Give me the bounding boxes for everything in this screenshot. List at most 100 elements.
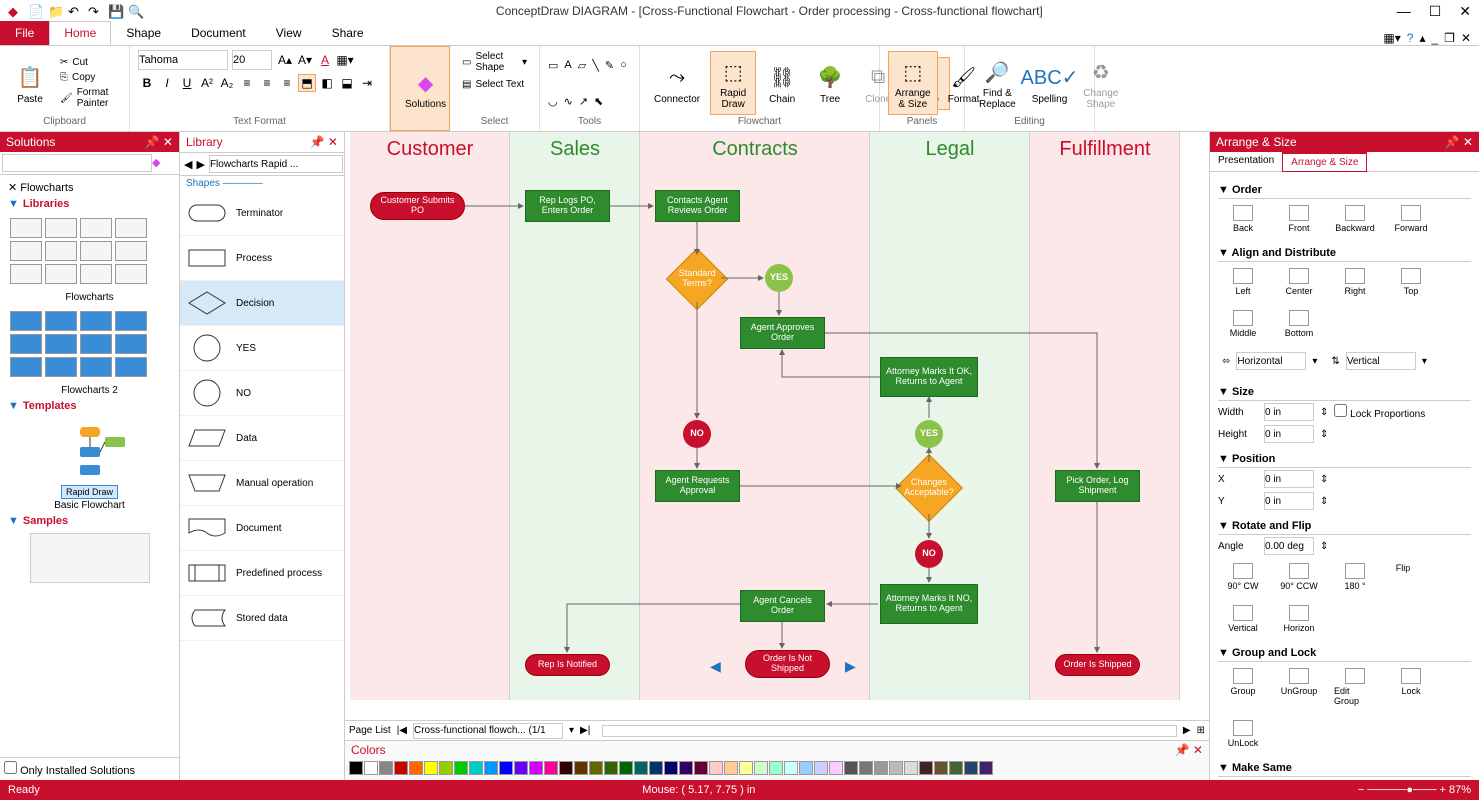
thumb-flowcharts[interactable] <box>4 212 175 290</box>
cut-button[interactable]: ✂ Cut <box>56 56 121 69</box>
node-req-approval[interactable]: Agent Requests Approval <box>655 470 740 502</box>
paste-button[interactable]: 📋Paste <box>8 58 52 109</box>
lib-predef-process[interactable]: Predefined process <box>180 551 344 596</box>
color-swatch[interactable] <box>469 761 483 775</box>
tool-rect-icon[interactable]: ▭ <box>548 59 558 72</box>
hscroll[interactable] <box>602 725 1177 737</box>
lib-no[interactable]: NO <box>180 371 344 416</box>
node-no2[interactable]: NO <box>915 540 943 568</box>
order-back[interactable]: Back <box>1222 205 1264 233</box>
color-swatch[interactable] <box>784 761 798 775</box>
color-swatch[interactable] <box>484 761 498 775</box>
tab-share[interactable]: Share <box>317 21 379 45</box>
color-swatch[interactable] <box>529 761 543 775</box>
align-top[interactable]: Top <box>1390 268 1432 296</box>
zoom-out-icon[interactable]: − <box>1358 784 1364 796</box>
connector-button[interactable]: ⤳Connector <box>648 58 706 109</box>
color-swatch[interactable] <box>514 761 528 775</box>
tab-document[interactable]: Document <box>176 21 261 45</box>
undo-icon[interactable]: ↶ <box>68 4 82 18</box>
tab-file[interactable]: File <box>0 21 49 45</box>
align-center[interactable]: Center <box>1278 268 1320 296</box>
node-reviews[interactable]: Contacts Agent Reviews Order <box>655 190 740 222</box>
copy-button[interactable]: ⎘ Copy <box>56 71 121 84</box>
valign-middle-icon[interactable]: ◧ <box>318 74 336 92</box>
indent-icon[interactable]: ⇥ <box>358 74 376 92</box>
page-name-input[interactable] <box>413 723 563 739</box>
node-yes1[interactable]: YES <box>765 264 793 292</box>
underline-icon[interactable]: U <box>178 74 196 92</box>
lock-button[interactable]: Lock <box>1390 668 1432 706</box>
rotate-cw[interactable]: 90° CW <box>1222 563 1264 591</box>
color-swatch[interactable] <box>649 761 663 775</box>
superscript-icon[interactable]: A² <box>198 74 216 92</box>
rapid-draw-right-arrow[interactable]: ▶ <box>845 658 856 675</box>
solutions-search-input[interactable] <box>2 154 152 172</box>
italic-icon[interactable]: I <box>158 74 176 92</box>
align-left-icon[interactable]: ≡ <box>238 74 256 92</box>
rapid-draw-button[interactable]: ⬚Rapid Draw <box>710 51 756 115</box>
node-rep-logs[interactable]: Rep Logs PO, Enters Order <box>525 190 610 222</box>
lock-proportions[interactable]: Lock Proportions <box>1334 404 1425 420</box>
lib-decision[interactable]: Decision <box>180 281 344 326</box>
solutions-settings-icon[interactable]: ◆ <box>152 157 160 169</box>
tool-arrow-icon[interactable]: ↗ <box>579 95 588 108</box>
page-first-icon[interactable]: |◀ <box>397 725 407 736</box>
tree-samples[interactable]: ▼Samples <box>4 513 175 529</box>
shrink-font-icon[interactable]: A▾ <box>296 51 314 69</box>
align-center-icon[interactable]: ≡ <box>258 74 276 92</box>
scroll-right-icon[interactable]: ▶ <box>1183 725 1191 736</box>
shapes-heading[interactable]: Shapes ———— <box>180 176 344 191</box>
tool-polygon-icon[interactable]: ▱ <box>578 59 586 72</box>
color-swatch[interactable] <box>739 761 753 775</box>
color-swatch[interactable] <box>754 761 768 775</box>
color-swatch[interactable] <box>874 761 888 775</box>
color-swatch[interactable] <box>409 761 423 775</box>
tab-view[interactable]: View <box>261 21 317 45</box>
color-swatch[interactable] <box>544 761 558 775</box>
color-swatch[interactable] <box>949 761 963 775</box>
flip-vertical[interactable]: Vertical <box>1222 605 1264 633</box>
lib-next-icon[interactable]: ▶ <box>196 158 204 171</box>
color-swatch[interactable] <box>634 761 648 775</box>
align-left[interactable]: Left <box>1222 268 1264 296</box>
valign-bottom-icon[interactable]: ⬓ <box>338 74 356 92</box>
color-swatch[interactable] <box>454 761 468 775</box>
color-swatch[interactable] <box>769 761 783 775</box>
color-swatch[interactable] <box>349 761 363 775</box>
tool-curve-icon[interactable]: ∿ <box>564 95 573 108</box>
color-swatch[interactable] <box>694 761 708 775</box>
tree-button[interactable]: 🌳Tree <box>808 58 852 109</box>
color-swatch[interactable] <box>904 761 918 775</box>
lib-stored-data[interactable]: Stored data <box>180 596 344 641</box>
node-no1[interactable]: NO <box>683 420 711 448</box>
page-last-icon[interactable]: ▶| <box>580 725 590 736</box>
color-swatch[interactable] <box>664 761 678 775</box>
node-atty-no[interactable]: Attorney Marks It NO, Returns to Agent <box>880 584 978 624</box>
select-shape-button[interactable]: ▭ Select Shape ▾ <box>458 50 531 74</box>
color-swatch[interactable] <box>889 761 903 775</box>
preview-icon[interactable]: 🔍 <box>128 4 142 18</box>
close-icon[interactable]: ✕ <box>1459 3 1471 20</box>
color-swatches[interactable] <box>345 759 1209 777</box>
angle-input[interactable] <box>1264 537 1314 555</box>
align-right[interactable]: Right <box>1334 268 1376 296</box>
sample-thumb[interactable] <box>30 533 150 583</box>
size-width-input[interactable] <box>1264 403 1314 421</box>
align-bottom[interactable]: Bottom <box>1278 310 1320 338</box>
color-swatch[interactable] <box>574 761 588 775</box>
distribute-vert[interactable] <box>1346 352 1416 370</box>
color-swatch[interactable] <box>979 761 993 775</box>
maximize-icon[interactable]: ☐ <box>1429 3 1442 20</box>
tab-shape[interactable]: Shape <box>111 21 176 45</box>
solutions-button[interactable]: ◆Solutions <box>399 63 452 114</box>
font-size-select[interactable] <box>232 50 272 70</box>
tool-line-icon[interactable]: ╲ <box>592 59 599 72</box>
ribbon-restore-icon[interactable]: ❐ <box>1444 31 1455 45</box>
node-pick-order[interactable]: Pick Order, Log Shipment <box>1055 470 1140 502</box>
lib-process[interactable]: Process <box>180 236 344 281</box>
tab-presentation[interactable]: Presentation <box>1210 152 1282 171</box>
node-atty-ok[interactable]: Attorney Marks It OK, Returns to Agent <box>880 357 978 397</box>
ribbon-min-icon[interactable]: _ <box>1431 31 1438 45</box>
lib-prev-icon[interactable]: ◀ <box>184 158 192 171</box>
